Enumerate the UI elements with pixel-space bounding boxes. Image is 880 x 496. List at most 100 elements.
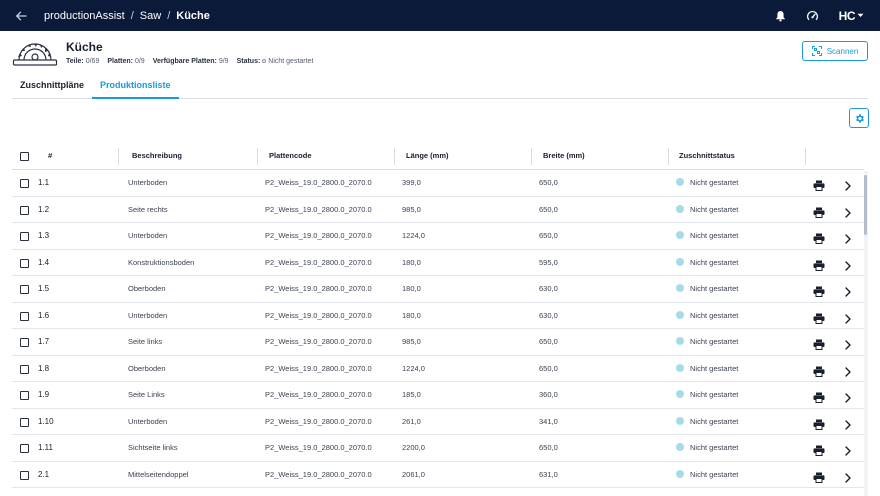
status-text: Nicht gestartet [690, 443, 739, 452]
print-icon[interactable] [813, 417, 825, 435]
row-checkbox[interactable] [20, 285, 29, 294]
chevron-right-icon[interactable] [844, 443, 852, 461]
back-arrow-icon[interactable] [14, 9, 28, 23]
table-row[interactable]: 1.6 Unterboden P2_Weiss_19.0_2800.0_2070… [12, 303, 864, 329]
table-row[interactable]: 1.5 Oberboden P2_Weiss_19.0_2800.0_2070.… [12, 276, 864, 303]
chevron-right-icon[interactable] [844, 364, 852, 382]
row-checkbox[interactable] [20, 470, 29, 480]
cell-breite: 595,0 [539, 257, 558, 267]
cell-beschreibung: Seite Links [128, 390, 165, 399]
speedometer-icon[interactable] [806, 10, 819, 22]
cell-status: Nicht gestartet [676, 329, 738, 355]
column-header-index: # [48, 151, 53, 160]
gear-icon [855, 113, 864, 123]
print-icon[interactable] [813, 311, 825, 329]
cell-laenge: 185,0 [402, 390, 421, 399]
cell-plattencode: P2_Weiss_19.0_2800.0_2070.0 [265, 284, 372, 293]
table-row[interactable]: 1.10 Unterboden P2_Weiss_19.0_2800.0_207… [12, 409, 864, 435]
column-header-breite[interactable]: Breite (mm) [543, 143, 585, 170]
cell-plattencode: P2_Weiss_19.0_2800.0_2070.0 [265, 178, 372, 187]
row-checkbox[interactable] [20, 444, 29, 453]
print-icon[interactable] [813, 258, 825, 276]
print-icon[interactable] [813, 205, 825, 223]
print-icon[interactable] [813, 390, 825, 408]
chevron-right-icon[interactable] [844, 470, 852, 488]
select-all-checkbox[interactable] [20, 152, 29, 161]
scrollbar-thumb[interactable] [864, 175, 867, 235]
scan-button[interactable]: Scannen [802, 41, 868, 61]
bell-icon[interactable] [775, 10, 786, 22]
page-header: Küche Teile: 0/69 Platten: 0/9 Verfügbar… [12, 38, 868, 72]
row-checkbox[interactable] [20, 311, 29, 321]
print-icon[interactable] [813, 284, 825, 302]
cell-index: 1.9 [38, 390, 50, 399]
tab-zuschnittplaene[interactable]: Zuschnittpläne [12, 75, 92, 99]
column-divider [668, 148, 669, 165]
chevron-right-icon[interactable] [844, 417, 852, 435]
column-header-plattencode[interactable]: Plattencode [269, 143, 312, 170]
chevron-right-icon[interactable] [844, 284, 852, 302]
row-checkbox[interactable] [20, 338, 29, 347]
table-row[interactable]: 1.9 Seite Links P2_Weiss_19.0_2800.0_207… [12, 382, 864, 409]
cell-index: 2.1 [38, 469, 50, 479]
chevron-right-icon[interactable] [844, 337, 852, 355]
row-checkbox[interactable] [20, 258, 29, 268]
column-divider [394, 148, 395, 165]
table-row[interactable]: 1.1 Unterboden P2_Weiss_19.0_2800.0_2070… [12, 170, 864, 197]
print-icon[interactable] [813, 178, 825, 196]
cell-status: Nicht gestartet [676, 409, 738, 435]
print-icon[interactable] [813, 443, 825, 461]
table-row[interactable]: 2.1 Mittelseitendoppel P2_Weiss_19.0_280… [12, 462, 864, 488]
tab-produktionsliste[interactable]: Produktionsliste [92, 75, 179, 99]
saw-icon [12, 40, 58, 73]
breadcrumb-item-saw[interactable]: Saw [140, 10, 161, 22]
cell-status: Nicht gestartet [676, 356, 738, 382]
table-row[interactable]: 1.2 Seite rechts P2_Weiss_19.0_2800.0_20… [12, 197, 864, 223]
verfuegbare-value: 9/9 [218, 58, 229, 65]
chevron-right-icon[interactable] [844, 390, 852, 408]
cell-status: Nicht gestartet [676, 250, 738, 276]
cell-beschreibung: Mittelseitendoppel [128, 469, 189, 479]
row-checkbox[interactable] [20, 417, 29, 427]
print-icon[interactable] [813, 364, 825, 382]
cell-plattencode: P2_Weiss_19.0_2800.0_2070.0 [265, 310, 372, 320]
print-icon[interactable] [813, 470, 825, 488]
row-checkbox[interactable] [20, 205, 29, 215]
status-dot-icon [676, 443, 684, 452]
cell-status: Nicht gestartet [676, 223, 738, 249]
row-checkbox[interactable] [20, 179, 29, 188]
table-row[interactable]: 1.8 Oberboden P2_Weiss_19.0_2800.0_2070.… [12, 356, 864, 382]
cell-laenge: 985,0 [402, 204, 421, 214]
cell-laenge: 1224,0 [402, 231, 425, 240]
print-icon[interactable] [813, 231, 825, 249]
cell-status: Nicht gestartet [676, 435, 738, 461]
chevron-right-icon[interactable] [844, 231, 852, 249]
chevron-right-icon[interactable] [844, 258, 852, 276]
table-settings-button[interactable] [849, 108, 869, 128]
scan-label: Scannen [826, 46, 859, 56]
table-row[interactable]: 1.3 Unterboden P2_Weiss_19.0_2800.0_2070… [12, 223, 864, 250]
status-text: Nicht gestartet [690, 390, 739, 399]
breadcrumb-item-app[interactable]: productionAssist [44, 10, 125, 22]
table-scrollbar[interactable] [864, 171, 868, 496]
table-row[interactable]: 1.11 Sichtseite links P2_Weiss_19.0_2800… [12, 435, 864, 462]
column-header-beschreibung[interactable]: Beschreibung [132, 143, 182, 170]
cell-status: Nicht gestartet [676, 303, 738, 329]
chevron-right-icon[interactable] [844, 311, 852, 329]
row-checkbox[interactable] [20, 364, 29, 374]
table-row[interactable]: 1.7 Seite links P2_Weiss_19.0_2800.0_207… [12, 329, 864, 356]
status-text: Nicht gestartet [690, 310, 739, 320]
cell-index: 1.10 [38, 416, 54, 426]
company-logo-menu[interactable]: HC [839, 9, 864, 23]
status-text: Nicht gestartet [690, 231, 739, 240]
print-icon[interactable] [813, 337, 825, 355]
chevron-right-icon[interactable] [844, 205, 852, 223]
chevron-right-icon[interactable] [844, 178, 852, 196]
status-label: Status: [236, 58, 261, 65]
row-checkbox[interactable] [20, 232, 29, 241]
column-header-laenge[interactable]: Länge (mm) [406, 143, 449, 170]
column-header-status[interactable]: Zuschnittstatus [679, 143, 735, 170]
row-checkbox[interactable] [20, 391, 29, 400]
tab-bar: Zuschnittpläne Produktionsliste [12, 75, 868, 99]
table-row[interactable]: 1.4 Konstruktionsboden P2_Weiss_19.0_280… [12, 250, 864, 276]
